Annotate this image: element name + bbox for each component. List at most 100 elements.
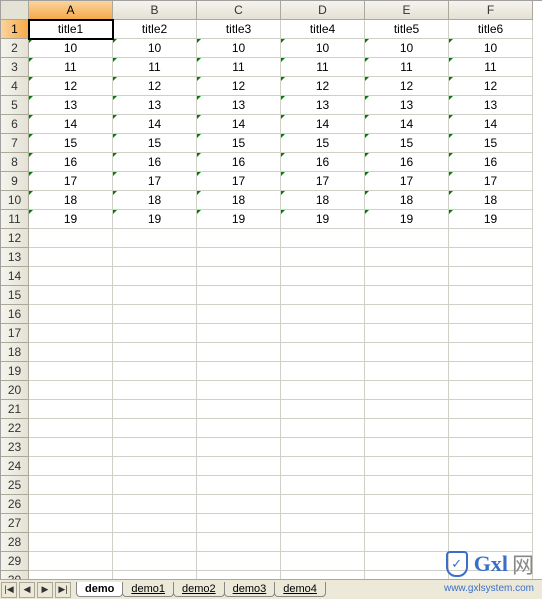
- cell[interactable]: [29, 419, 113, 438]
- cell[interactable]: 17: [113, 172, 197, 191]
- row-header[interactable]: 12: [1, 229, 29, 248]
- cell[interactable]: [281, 324, 365, 343]
- cell[interactable]: 18: [113, 191, 197, 210]
- cell[interactable]: 17: [29, 172, 113, 191]
- sheet-tab[interactable]: demo1: [122, 582, 174, 597]
- cell[interactable]: 19: [281, 210, 365, 229]
- cell[interactable]: [197, 381, 281, 400]
- cell[interactable]: 18: [29, 191, 113, 210]
- cell[interactable]: [281, 362, 365, 381]
- cell[interactable]: [365, 514, 449, 533]
- cell[interactable]: [29, 552, 113, 571]
- cell[interactable]: 19: [449, 210, 533, 229]
- cell[interactable]: [449, 438, 533, 457]
- cell[interactable]: 12: [197, 77, 281, 96]
- cell[interactable]: 15: [29, 134, 113, 153]
- cell[interactable]: [449, 476, 533, 495]
- cell[interactable]: 11: [197, 58, 281, 77]
- cell[interactable]: [113, 324, 197, 343]
- cell[interactable]: [29, 400, 113, 419]
- cell[interactable]: 16: [29, 153, 113, 172]
- nav-first-icon[interactable]: |◀: [1, 582, 17, 598]
- column-header[interactable]: D: [281, 1, 365, 20]
- cell[interactable]: [365, 381, 449, 400]
- cell[interactable]: 15: [197, 134, 281, 153]
- cell[interactable]: [113, 286, 197, 305]
- sheet-tab[interactable]: demo2: [173, 582, 225, 597]
- cell[interactable]: [197, 286, 281, 305]
- cell[interactable]: [197, 457, 281, 476]
- cell[interactable]: 15: [449, 134, 533, 153]
- cell[interactable]: 16: [113, 153, 197, 172]
- row-header[interactable]: 5: [1, 96, 29, 115]
- cell[interactable]: [449, 514, 533, 533]
- cell[interactable]: [449, 362, 533, 381]
- cell[interactable]: [365, 324, 449, 343]
- cell[interactable]: 10: [113, 39, 197, 58]
- cell[interactable]: 17: [197, 172, 281, 191]
- cell[interactable]: [365, 267, 449, 286]
- cell[interactable]: [29, 343, 113, 362]
- row-header[interactable]: 11: [1, 210, 29, 229]
- cell[interactable]: [197, 438, 281, 457]
- cell[interactable]: 14: [197, 115, 281, 134]
- cell[interactable]: 10: [197, 39, 281, 58]
- nav-prev-icon[interactable]: ◀: [19, 582, 35, 598]
- cell[interactable]: [113, 305, 197, 324]
- cell[interactable]: 11: [365, 58, 449, 77]
- cell[interactable]: 14: [449, 115, 533, 134]
- cell[interactable]: [113, 267, 197, 286]
- cell[interactable]: 12: [281, 77, 365, 96]
- cell[interactable]: 14: [365, 115, 449, 134]
- cell[interactable]: 17: [449, 172, 533, 191]
- cell[interactable]: [113, 457, 197, 476]
- cell[interactable]: [29, 286, 113, 305]
- cell[interactable]: [197, 533, 281, 552]
- cell[interactable]: title6: [449, 20, 533, 39]
- cell[interactable]: [365, 419, 449, 438]
- cell[interactable]: [365, 533, 449, 552]
- row-header[interactable]: 4: [1, 77, 29, 96]
- cell[interactable]: [29, 381, 113, 400]
- cell[interactable]: title2: [113, 20, 197, 39]
- row-header[interactable]: 22: [1, 419, 29, 438]
- cell[interactable]: [197, 343, 281, 362]
- cell[interactable]: [29, 495, 113, 514]
- cell[interactable]: [365, 286, 449, 305]
- cell[interactable]: [197, 476, 281, 495]
- row-header[interactable]: 20: [1, 381, 29, 400]
- cell[interactable]: [113, 248, 197, 267]
- cell[interactable]: [29, 324, 113, 343]
- cell[interactable]: 12: [449, 77, 533, 96]
- cell[interactable]: [449, 305, 533, 324]
- row-header[interactable]: 21: [1, 400, 29, 419]
- cell[interactable]: 11: [281, 58, 365, 77]
- cell[interactable]: 14: [281, 115, 365, 134]
- sheet-tab[interactable]: demo4: [274, 582, 326, 597]
- cell[interactable]: 19: [29, 210, 113, 229]
- cell[interactable]: 10: [449, 39, 533, 58]
- cell[interactable]: [29, 514, 113, 533]
- cell[interactable]: title4: [281, 20, 365, 39]
- cell[interactable]: [365, 248, 449, 267]
- cell[interactable]: [113, 552, 197, 571]
- row-header[interactable]: 15: [1, 286, 29, 305]
- cell[interactable]: 13: [365, 96, 449, 115]
- cell[interactable]: [365, 400, 449, 419]
- cell[interactable]: [365, 457, 449, 476]
- cell[interactable]: 18: [365, 191, 449, 210]
- cell[interactable]: [449, 324, 533, 343]
- cell[interactable]: [281, 476, 365, 495]
- cell[interactable]: [197, 362, 281, 381]
- cell[interactable]: [113, 229, 197, 248]
- cell[interactable]: [281, 229, 365, 248]
- cell[interactable]: title1: [29, 20, 113, 39]
- cell[interactable]: 18: [281, 191, 365, 210]
- row-header[interactable]: 19: [1, 362, 29, 381]
- cell[interactable]: 13: [449, 96, 533, 115]
- spreadsheet-grid[interactable]: ABCDEF1title1title2title3title4title5tit…: [0, 0, 542, 590]
- cell[interactable]: [197, 324, 281, 343]
- cell[interactable]: [449, 419, 533, 438]
- cell[interactable]: 18: [449, 191, 533, 210]
- column-header[interactable]: C: [197, 1, 281, 20]
